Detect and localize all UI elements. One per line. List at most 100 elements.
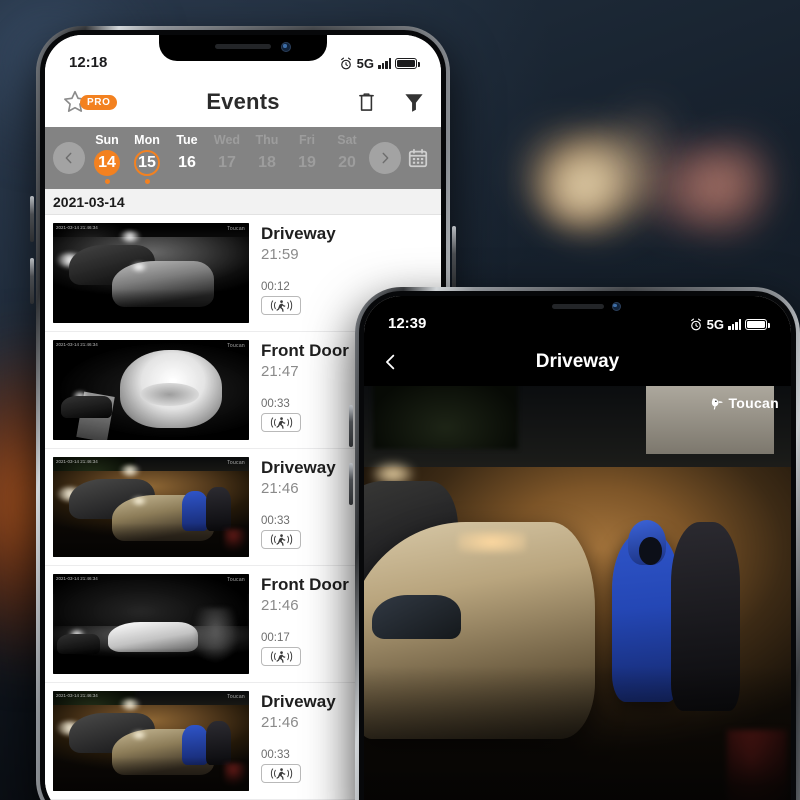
day-number-label: 16 — [178, 153, 196, 171]
toucan-watermark: Toucan — [710, 395, 779, 411]
day-of-week-label: Tue — [176, 132, 198, 147]
power-side-button[interactable] — [452, 226, 456, 296]
pro-badge-label: PRO — [80, 94, 118, 110]
scene-shadow-overlay — [364, 666, 791, 800]
date-group-header: 2021-03-14 — [45, 189, 441, 215]
alarm-clock-icon — [340, 57, 351, 69]
battery-icon — [395, 58, 420, 69]
signal-bars-icon — [378, 58, 391, 69]
chevron-left-icon — [65, 152, 72, 164]
has-events-dot — [265, 179, 270, 184]
video-player[interactable]: Toucan — [364, 386, 791, 800]
has-events-dot — [345, 179, 350, 184]
calendar-icon — [408, 148, 428, 168]
toucan-bird-logo-icon — [712, 397, 724, 409]
thumbnail-scene — [53, 223, 249, 323]
alarm-clock-icon — [690, 318, 701, 330]
scene-tree — [372, 386, 518, 450]
thumb-timestamp: 2021-03-14 21:46:34 — [56, 459, 98, 464]
has-events-dot — [305, 179, 310, 184]
next-week-button[interactable] — [369, 142, 401, 174]
has-events-dot — [185, 179, 190, 184]
back-chevron-left-icon[interactable] — [382, 349, 399, 375]
motion-detected-icon — [261, 296, 301, 315]
event-thumbnail[interactable]: 2021-03-14 21:46:34 Toucan — [53, 574, 249, 674]
event-thumbnail[interactable]: 2021-03-14 21:46:34 Toucan — [53, 457, 249, 557]
status-time: 12:39 — [388, 315, 427, 332]
thumb-timestamp: 2021-03-14 21:46:34 — [56, 576, 98, 581]
thumb-timestamp: 2021-03-14 21:46:34 — [56, 693, 98, 698]
day-number-label: 17 — [218, 153, 236, 171]
calendar-picker-button[interactable] — [403, 147, 433, 169]
phone2-screen: 12:39 5G Driveway Toucan — [364, 296, 791, 800]
pro-upgrade-button[interactable]: PRO — [61, 88, 137, 116]
event-time: 21:59 — [261, 246, 299, 263]
thumbnail-scene — [53, 691, 249, 791]
bokeh-circle — [690, 126, 780, 216]
front-camera-icon — [281, 42, 291, 52]
volume-down-side-button[interactable] — [349, 463, 353, 505]
day-of-week-label: Sun — [95, 132, 119, 147]
bokeh-circle — [612, 96, 682, 166]
event-thumbnail[interactable]: 2021-03-14 21:46:34 Toucan — [53, 691, 249, 791]
thumb-timestamp: 2021-03-14 21:46:34 — [56, 225, 98, 230]
volume-up-side-button[interactable] — [30, 196, 34, 242]
phone1-navbar: PRO Events — [45, 77, 441, 127]
prev-week-button[interactable] — [53, 142, 85, 174]
day-number-label: 19 — [298, 153, 316, 171]
status-time: 12:18 — [69, 54, 108, 71]
day-number-label: 20 — [338, 153, 356, 171]
earpiece-speaker — [551, 304, 604, 309]
thumb-watermark: Toucan — [227, 226, 245, 232]
trash-icon[interactable] — [356, 91, 377, 114]
scene-car-windshield — [371, 595, 461, 639]
day-number-label: 15 — [134, 149, 160, 176]
thumb-watermark: Toucan — [227, 577, 245, 583]
day-buttons-container[interactable]: Sun 14 Mon 15 Tue 16 Wed 17 Thu 18 Fri 19 Sat 20 — [87, 133, 367, 184]
day-of-week-label: Sat — [337, 132, 357, 147]
event-thumbnail[interactable]: 2021-03-14 21:46:34 Toucan — [53, 340, 249, 440]
battery-icon — [745, 319, 770, 330]
funnel-filter-icon[interactable] — [403, 91, 425, 113]
day-button-15[interactable]: Mon 15 — [127, 133, 167, 184]
day-button-17[interactable]: Wed 17 — [207, 133, 247, 184]
thumbnail-scene — [53, 574, 249, 674]
day-button-20[interactable]: Sat 20 — [327, 133, 367, 184]
has-events-dot — [225, 179, 230, 184]
day-number-label: 14 — [94, 149, 120, 176]
day-button-19[interactable]: Fri 19 — [287, 133, 327, 184]
day-number-label: 18 — [258, 153, 276, 171]
volume-up-side-button[interactable] — [349, 405, 353, 447]
camera-title: Driveway — [535, 351, 620, 372]
phone2-navbar: Driveway — [364, 338, 791, 386]
network-type-label: 5G — [706, 317, 724, 332]
motion-detected-icon — [261, 413, 301, 432]
day-button-18[interactable]: Thu 18 — [247, 133, 287, 184]
day-of-week-label: Mon — [134, 132, 160, 147]
phone2-notch — [502, 296, 653, 320]
thumb-watermark: Toucan — [227, 343, 245, 349]
phone-device-player: 12:39 5G Driveway Toucan — [349, 287, 800, 800]
scene-hood-glint — [457, 530, 527, 554]
event-thumbnail[interactable]: 2021-03-14 21:46:34 Toucan — [53, 223, 249, 323]
volume-down-side-button[interactable] — [30, 258, 34, 304]
day-of-week-label: Wed — [213, 132, 241, 147]
day-button-16[interactable]: Tue 16 — [167, 133, 207, 184]
day-of-week-label: Thu — [255, 132, 279, 147]
page-title: Events — [206, 89, 280, 114]
day-button-14[interactable]: Sun 14 — [87, 133, 127, 184]
event-camera-name: Driveway — [261, 224, 336, 243]
watermark-label: Toucan — [728, 395, 779, 411]
earpiece-speaker — [215, 44, 271, 49]
date-selector-strip[interactable]: Sun 14 Mon 15 Tue 16 Wed 17 Thu 18 Fri 19 Sat 20 — [45, 127, 441, 189]
front-camera-icon — [611, 302, 621, 311]
motion-detected-icon — [261, 647, 301, 666]
signal-bars-icon — [728, 319, 741, 330]
motion-detected-icon — [261, 530, 301, 549]
thumb-watermark: Toucan — [227, 694, 245, 700]
video-frame-driveway — [364, 386, 791, 800]
network-type-label: 5G — [356, 56, 374, 71]
thumbnail-scene — [53, 340, 249, 440]
phone1-notch — [159, 35, 327, 61]
thumb-timestamp: 2021-03-14 21:46:34 — [56, 342, 98, 347]
